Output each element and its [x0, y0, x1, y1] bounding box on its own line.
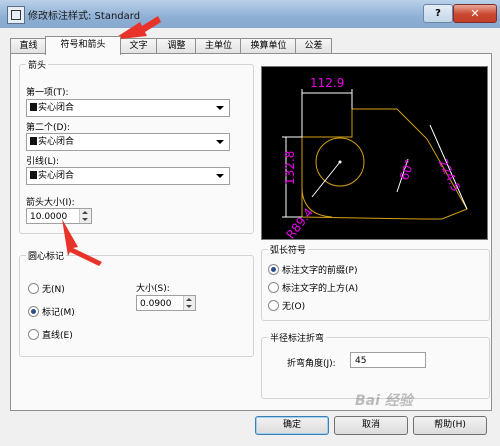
jog-angle-label: 折弯角度(J): [287, 359, 336, 369]
arrow-swatch-icon [30, 137, 37, 145]
arrow-swatch-icon [30, 171, 37, 179]
arrow-size-spinner[interactable]: 10.0000 [26, 208, 92, 224]
preview-drawing: 112.9 132.8 224.5 60° R89.4 [282, 76, 468, 242]
leader-arrow-combo[interactable]: 实心闭合 [26, 167, 230, 185]
arc-prefix-label: 标注文字的前缀(P) [282, 266, 358, 276]
second-arrow-combo[interactable]: 实心闭合 [26, 133, 230, 151]
arrow-swatch-icon [30, 103, 37, 111]
arrow-size-label: 箭头大小(I): [26, 198, 75, 208]
first-arrow-label: 第一项(T): [26, 88, 69, 98]
arrowheads-group: 箭头 第一项(T): 实心闭合 第二个(D): 实心闭合 引线(L): 实心闭合… [19, 58, 254, 234]
dim-angle-label: 60° [397, 157, 417, 182]
help-question-button[interactable]: ? [423, 4, 453, 23]
arc-none-radio[interactable] [268, 300, 279, 311]
arrow-size-value: 10.0000 [30, 212, 68, 222]
center-line-label: 直线(E) [42, 331, 73, 341]
dim-radius-label: R89.4 [283, 205, 316, 239]
tab-tolerances[interactable]: 公差 [295, 38, 332, 54]
arc-above-radio[interactable] [268, 282, 279, 293]
app-icon [7, 6, 25, 24]
spin-up-icon [82, 211, 88, 214]
dropdown-arrow-icon [216, 174, 224, 178]
cancel-button[interactable]: 取消 [334, 416, 408, 435]
ok-button[interactable]: 确定 [255, 416, 329, 435]
center-marks-group: 圆心标记 无(N) 标记(M) 直线(E) 大小(S): 0.0900 [19, 249, 254, 357]
tab-primary-units[interactable]: 主单位 [195, 38, 242, 54]
watermark-text: Bai 经验 [355, 393, 413, 409]
center-size-spinner[interactable]: 0.0900 [136, 295, 196, 311]
tab-lines[interactable]: 直线 [10, 38, 47, 54]
dropdown-arrow-icon [216, 106, 224, 110]
center-mark-radio[interactable] [28, 306, 39, 317]
radius-jog-title: 半径标注折弯 [268, 331, 327, 344]
center-mark-label: 标记(M) [42, 308, 75, 318]
arc-symbol-group: 弧长符号 标注文字的前缀(P) 标注文字的上方(A) 无(O) [261, 243, 490, 321]
first-arrow-combo[interactable]: 实心闭合 [26, 99, 230, 117]
center-line-radio[interactable] [28, 329, 39, 340]
center-none-radio[interactable] [28, 283, 39, 294]
spinner-buttons[interactable] [183, 296, 195, 310]
title-bar[interactable]: 修改标注样式: Standard ? ✕ [0, 0, 500, 28]
tab-alternate-units[interactable]: 换算单位 [240, 38, 297, 54]
arc-prefix-radio[interactable] [268, 264, 279, 275]
preview-dimensions [282, 89, 468, 218]
first-arrow-value: 实心闭合 [38, 103, 75, 113]
center-marks-title: 圆心标记 [26, 249, 67, 262]
center-none-label: 无(N) [42, 285, 65, 295]
dimension-preview: 112.9 132.8 224.5 60° R89.4 [261, 66, 488, 242]
window-title: 修改标注样式: Standard [28, 11, 141, 22]
center-size-label: 大小(S): [136, 284, 170, 294]
tab-text[interactable]: 文字 [119, 38, 158, 54]
dialog-window: 修改标注样式: Standard ? ✕ 直线 符号和箭头 文字 调整 主单位 … [0, 0, 500, 446]
tab-panel: 箭头 第一项(T): 实心闭合 第二个(D): 实心闭合 引线(L): 实心闭合… [10, 53, 492, 411]
second-arrow-label: 第二个(D): [26, 123, 70, 133]
dropdown-arrow-icon [216, 140, 224, 144]
dim-right-label: 224.5 [436, 157, 463, 194]
leader-arrow-label: 引线(L): [26, 157, 60, 167]
spinner-buttons[interactable] [79, 209, 91, 223]
help-button[interactable]: 帮助(H) [413, 416, 487, 435]
arrowheads-title: 箭头 [26, 58, 49, 71]
spin-down-icon [186, 305, 192, 308]
arc-none-label: 无(O) [282, 302, 306, 312]
second-arrow-value: 实心闭合 [38, 137, 75, 147]
arc-symbol-title: 弧长符号 [268, 243, 309, 256]
leader-arrow-value: 实心闭合 [38, 171, 75, 181]
spin-down-icon [82, 218, 88, 221]
dim-left-label: 132.8 [283, 151, 297, 185]
arc-above-label: 标注文字的上方(A) [282, 284, 359, 294]
spin-up-icon [186, 298, 192, 301]
center-size-value: 0.0900 [140, 299, 172, 309]
preview-labels: 112.9 132.8 224.5 60° R89.4 [283, 76, 463, 242]
tab-fit[interactable]: 调整 [156, 38, 197, 54]
tab-symbols-arrows[interactable]: 符号和箭头 [45, 36, 121, 55]
dim-top-label: 112.9 [310, 76, 344, 90]
jog-angle-field[interactable]: 45 [350, 352, 426, 368]
close-button[interactable]: ✕ [453, 4, 497, 23]
